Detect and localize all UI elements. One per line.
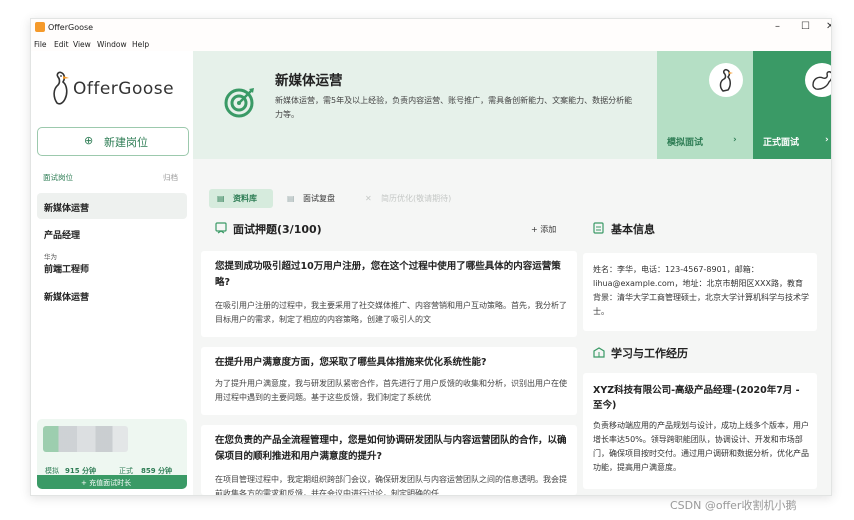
menu-edit[interactable]: Edit [54,40,69,49]
question-card[interactable]: 您提到成功吸引超过10万用户注册，您在这个过程中使用了哪些具体的内容运营策略? … [201,251,577,337]
basic-info-card: 姓名：李华，电话：123-4567-8901，邮箱：lihua@example.… [583,253,817,331]
minimize-button[interactable]: – [775,22,780,32]
tab-label: 资料库 [233,194,257,203]
sidebar-item-label: 新媒体运营 [44,204,90,214]
tab-label: 面试复盘 [303,194,335,203]
sidebar-item-new-media-2[interactable]: 新媒体运营 [37,285,187,307]
add-position-icon: ⊕ [84,134,94,147]
target-icon [224,88,254,118]
menu-file[interactable]: File [34,40,47,49]
main-panel: 新媒体运营 新媒体运营，需5年及以上经验，负责内容运营、账号推广，需具备创新能力… [193,51,831,495]
section-label: 面试岗位 [43,173,73,182]
menu-view[interactable]: View [73,40,91,49]
goose-avatar-icon [805,63,831,97]
experience-card: XYZ科技有限公司-高级产品经理-(2020年7月 - 至今) 负责移动端应用的… [583,373,817,489]
answer-text: 在项目管理过程中，我定期组织跨部门会议，确保研发团队与内容运营团队之间的信息透明… [215,475,567,495]
real-interview-card[interactable]: 正式面试 › [753,51,831,159]
mock-interview-card[interactable]: 模拟面试 › [657,51,753,159]
answer-text: 为了提升用户满意度，我与研发团队紧密合作，首先进行了用户反馈的收集和分析，识别出… [215,379,567,402]
add-question-button[interactable]: + 添加 [531,224,556,235]
question-text: 您提到成功吸引超过10万用户注册，您在这个过程中使用了哪些具体的内容运营策略? [215,261,561,288]
basic-info-text: 姓名：李华，电话：123-4567-8901，邮箱：lihua@example.… [593,265,809,316]
app-window: OfferGoose – ☐ ✕ File Edit View Window H… [30,18,832,496]
experience-title: 学习与工作经历 [611,347,688,360]
answer-text: 在吸引用户注册的过程中，我主要采用了社交媒体推广、内容营销和用户互动策略。首先，… [215,301,567,324]
real-interview-label: 正式面试 [763,138,800,148]
sidebar-item-label: 前端工程师 [44,265,90,275]
question-text: 在提升用户满意度方面，您采取了哪些具体措施来优化系统性能? [215,357,487,368]
question-text: 在您负责的产品全流程管理中，您是如何协调研发团队与内容运营团队的合作，以确保项目… [215,435,567,462]
sidebar-item-frontend[interactable]: 华为 前端工程师 [37,249,187,279]
position-title: 新媒体运营 [275,73,343,89]
questions-icon [215,222,227,234]
tab-label: 简历优化(敬请期待) [381,194,452,203]
experience-entry-title: XYZ科技有限公司-高级产品经理-(2020年7月 - 至今) [593,385,800,411]
maximize-button[interactable]: ☐ [801,22,810,32]
goose-avatar-icon [709,63,743,97]
recharge-button[interactable]: + 充值面试时长 [37,475,187,489]
app-icon [35,22,45,32]
chevron-right-icon: › [825,135,829,145]
position-description: 新媒体运营，需5年及以上经验，负责内容运营、账号推广，需具备创新能力、文案能力、… [275,96,633,119]
sidebar-item-company: 华为 [44,253,57,261]
tab-library[interactable]: ▤ 资料库 [209,189,273,208]
blurred-user-info [43,426,128,452]
sidebar-item-label: 新媒体运营 [44,293,90,303]
menu-help[interactable]: Help [132,40,149,49]
logo: OfferGoose [51,69,191,109]
question-card[interactable]: 在您负责的产品全流程管理中，您是如何协调研发团队与内容运营团队的合作，以确保项目… [201,425,577,495]
position-header: 新媒体运营 新媒体运营，需5年及以上经验，负责内容运营、账号推广，需具备创新能力… [193,51,831,159]
csdn-watermark: CSDN @offer收割机小鹅 [670,499,797,512]
title-bar: OfferGoose – ☐ ✕ [31,19,831,37]
goose-logo-icon [53,71,69,105]
recharge-label: + 充值面试时长 [81,479,132,487]
library-icon: ▤ [217,194,225,203]
questions-title: 面试押题(3/100) [233,223,322,236]
new-position-button[interactable]: ⊕ 新建岗位 [37,127,189,156]
close-button[interactable]: ✕ [826,22,831,32]
logo-text: OfferGoose [73,79,175,99]
new-position-label: 新建岗位 [104,136,148,149]
usage-stats: 模拟 915 分钟 正式 859 分钟 + 充值面试时长 [37,419,187,489]
basic-info-title: 基本信息 [611,223,655,236]
review-icon: ▤ [287,194,295,203]
archive-link[interactable]: 归档 [163,172,178,183]
resume-icon: ✕ [365,194,372,203]
document-icon [593,222,604,234]
building-icon [593,347,605,358]
sidebar-item-new-media[interactable]: 新媒体运营 [37,193,187,219]
window-title: OfferGoose [48,23,94,32]
menu-bar: File Edit View Window Help [31,37,831,51]
experience-entry-body: 负责移动端应用的产品规划与设计，成功上线多个版本，用户增长率达50%。领导跨职能… [593,421,809,472]
tab-resume-optimize: ✕ 简历优化(敬请期待) [359,189,469,208]
menu-window[interactable]: Window [97,40,127,49]
chevron-right-icon: › [733,135,737,145]
mock-interview-label: 模拟面试 [667,138,704,148]
question-card[interactable]: 在提升用户满意度方面，您采取了哪些具体措施来优化系统性能? 为了提升用户满意度，… [201,347,577,415]
sidebar-item-label: 产品经理 [44,231,81,241]
tab-review[interactable]: ▤ 面试复盘 [279,189,349,208]
sidebar: OfferGoose ⊕ 新建岗位 面试岗位 归档 新媒体运营 产品经理 华为 … [31,51,193,495]
sidebar-item-product-manager[interactable]: 产品经理 [37,223,187,245]
